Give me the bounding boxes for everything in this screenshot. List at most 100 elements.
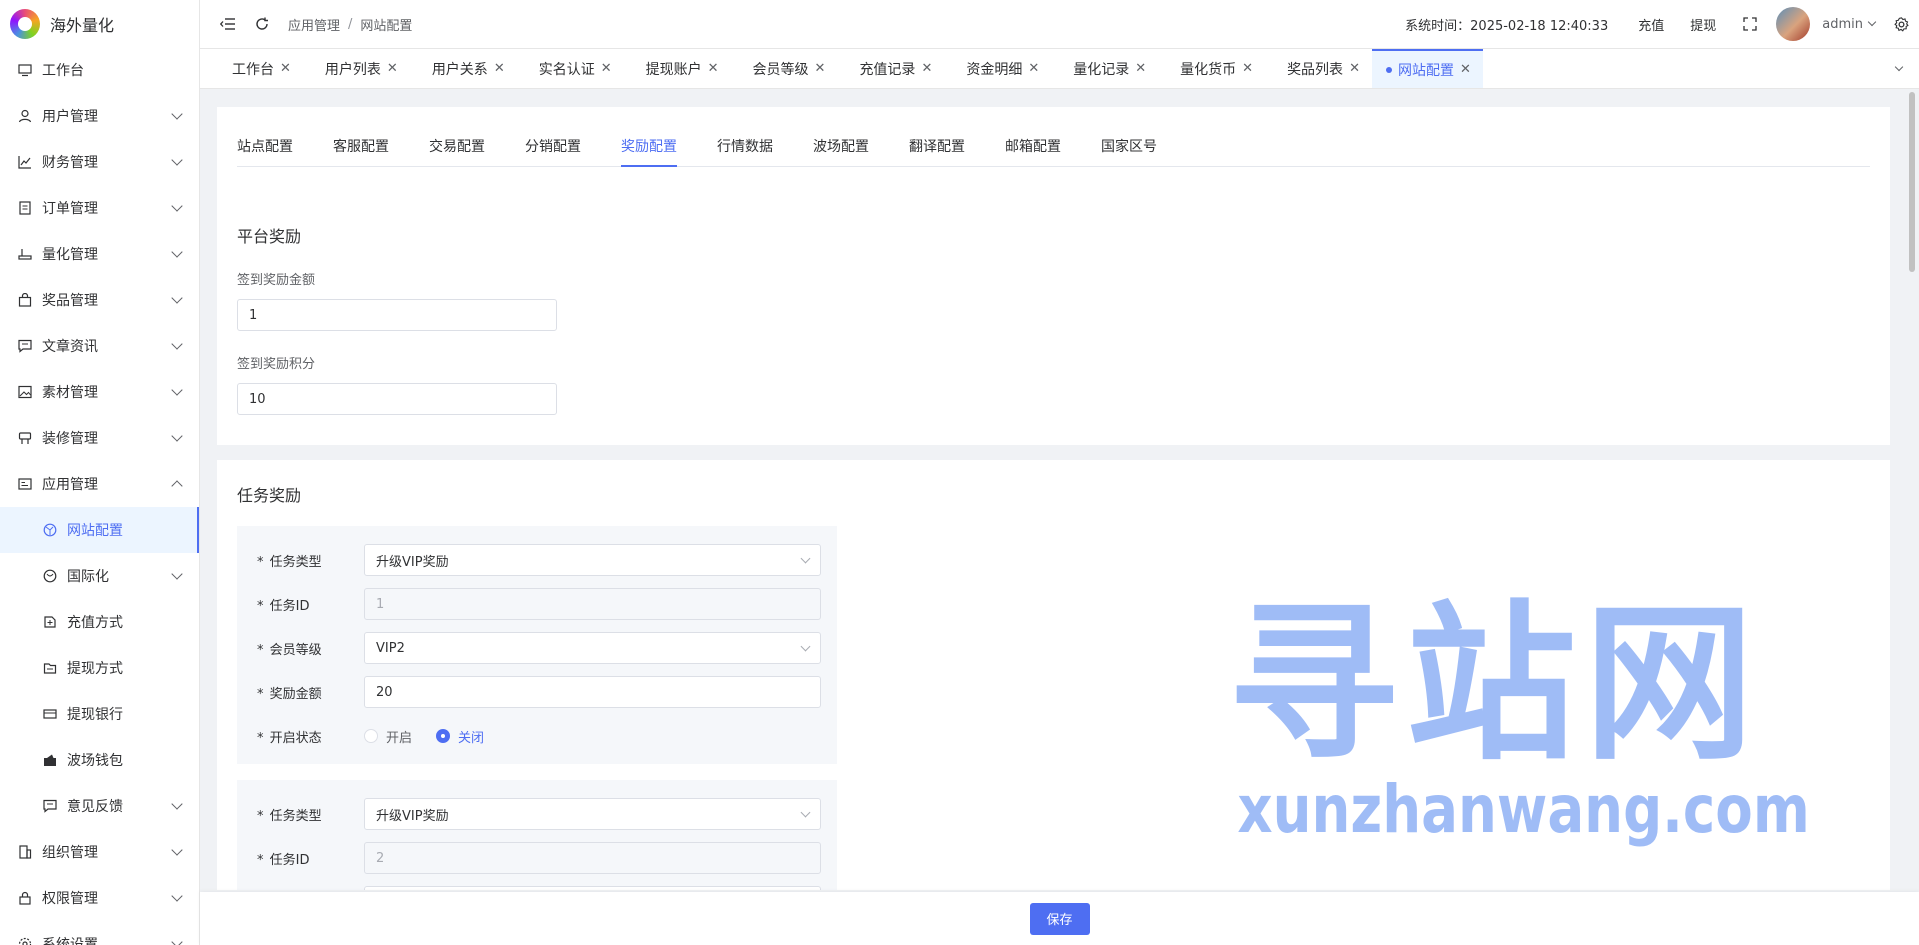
section-title: 任务奖励 [237, 486, 302, 505]
fullscreen-icon[interactable] [1742, 16, 1758, 32]
close-icon[interactable]: ✕ [1135, 61, 1146, 76]
subtab-site[interactable]: 站点配置 [237, 136, 293, 166]
subtab-translate[interactable]: 翻译配置 [909, 136, 965, 166]
sidebar-item-label: 应用管理 [42, 477, 98, 493]
withdraw-link[interactable]: 提现 [1690, 15, 1716, 34]
settings-gear-icon[interactable] [1893, 16, 1909, 32]
tab-label: 量化记录 [1073, 61, 1130, 78]
subtab-tron[interactable]: 波场配置 [813, 136, 869, 166]
subtab-market-data[interactable]: 行情数据 [717, 136, 773, 166]
sidebar-item-tron-wallet[interactable]: 波场钱包 [0, 737, 199, 783]
status-open-radio[interactable]: 开启 [364, 727, 412, 746]
logo[interactable]: 海外量化 [0, 0, 199, 47]
sidebar-item-label: 奖品管理 [42, 293, 98, 309]
sidebar-item-feedback[interactable]: 意见反馈 [0, 783, 199, 829]
chevron-down-icon [171, 338, 183, 350]
platform-reward-card: 站点配置 客服配置 交易配置 分销配置 奖励配置 行情数据 波场配置 翻译配置 … [217, 107, 1890, 445]
tab-site-config[interactable]: 网站配置 ✕ [1371, 49, 1483, 88]
sidebar-item-label: 装修管理 [42, 431, 98, 447]
scrollbar[interactable] [1909, 92, 1915, 272]
member-level-select[interactable] [364, 886, 821, 890]
chart-icon [18, 155, 32, 169]
sidebar-item-articles[interactable]: 文章资讯 [0, 323, 199, 369]
feedback-icon [43, 799, 57, 813]
sidebar-item-quant[interactable]: 量化管理 [0, 231, 199, 277]
sidebar-item-label: 用户管理 [42, 109, 98, 125]
breadcrumb-item[interactable]: 应用管理 [288, 15, 340, 34]
close-icon[interactable]: ✕ [815, 61, 826, 76]
tab-recharge-records[interactable]: 充值记录 ✕ [837, 49, 944, 88]
sidebar-item-materials[interactable]: 素材管理 [0, 369, 199, 415]
sidebar-item-user-management[interactable]: 用户管理 [0, 93, 199, 139]
sidebar-item-withdraw-methods[interactable]: 提现方式 [0, 645, 199, 691]
subtab-email[interactable]: 邮箱配置 [1005, 136, 1061, 166]
sidebar-item-i18n[interactable]: 国际化 [0, 553, 199, 599]
username[interactable]: admin [1822, 17, 1863, 32]
close-icon[interactable]: ✕ [601, 61, 612, 76]
save-button[interactable]: 保存 [1029, 902, 1090, 935]
tab-withdraw-accounts[interactable]: 提现账户 ✕ [624, 49, 731, 88]
header-right: 系统时间：2025-02-18 12:40:33 充值 提现 admin [1405, 7, 1919, 41]
sidebar-item-recharge-methods[interactable]: 充值方式 [0, 599, 199, 645]
tab-fund-details[interactable]: 资金明细 ✕ [944, 49, 1051, 88]
sidebar-item-workbench[interactable]: 工作台 [0, 47, 199, 93]
tab-real-name-auth[interactable]: 实名认证 ✕ [517, 49, 624, 88]
field-label: * 任务类型 [257, 808, 322, 824]
reward-amount-input[interactable]: 20 [364, 676, 821, 708]
subtab-country-code[interactable]: 国家区号 [1101, 136, 1157, 166]
member-level-select[interactable]: VIP2 [364, 632, 821, 664]
close-icon[interactable]: ✕ [1349, 61, 1360, 76]
recharge-link[interactable]: 充值 [1638, 15, 1664, 34]
close-icon[interactable]: ✕ [280, 61, 291, 76]
task-type-select[interactable]: 升级VIP奖励 [364, 544, 821, 576]
sidebar-item-organization[interactable]: 组织管理 [0, 829, 199, 875]
avatar[interactable] [1776, 7, 1811, 41]
tab-prize-list[interactable]: 奖品列表 ✕ [1265, 49, 1372, 88]
sidebar-item-site-config[interactable]: 网站配置 [0, 507, 199, 553]
breadcrumb: 应用管理 / 网站配置 [288, 15, 412, 34]
sidebar-item-label: 财务管理 [42, 155, 98, 171]
refresh-icon[interactable] [254, 16, 270, 32]
sidebar-item-apps[interactable]: 应用管理 [0, 461, 199, 507]
tab-user-list[interactable]: 用户列表 ✕ [303, 49, 410, 88]
close-icon[interactable]: ✕ [387, 61, 398, 76]
signin-amount-input[interactable]: 1 [237, 299, 557, 331]
close-icon[interactable]: ✕ [1460, 62, 1471, 77]
form-row: * 任务ID 1 [257, 582, 821, 626]
sidebar-item-finance[interactable]: 财务管理 [0, 139, 199, 185]
sidebar-item-decoration[interactable]: 装修管理 [0, 415, 199, 461]
subtab-reward[interactable]: 奖励配置 [621, 136, 677, 167]
top-header: 应用管理 / 网站配置 系统时间：2025-02-18 12:40:33 充值 … [200, 0, 1919, 49]
close-icon[interactable]: ✕ [1028, 61, 1039, 76]
sidebar-item-label: 充值方式 [67, 615, 123, 631]
chevron-down-icon[interactable] [1867, 17, 1877, 27]
tab-label: 奖品列表 [1287, 61, 1344, 78]
sidebar-item-withdraw-banks[interactable]: 提现银行 [0, 691, 199, 737]
subtab-distribution[interactable]: 分销配置 [525, 136, 581, 166]
status-close-radio[interactable]: 关闭 [436, 727, 484, 746]
sidebar-item-orders[interactable]: 订单管理 [0, 185, 199, 231]
subtab-trade[interactable]: 交易配置 [429, 136, 485, 166]
sidebar-item-system-settings[interactable]: 系统设置 [0, 921, 199, 945]
chevron-down-icon [171, 246, 183, 258]
sidebar-item-permissions[interactable]: 权限管理 [0, 875, 199, 921]
signin-points-input[interactable]: 10 [237, 383, 557, 415]
subtab-customer-service[interactable]: 客服配置 [333, 136, 389, 166]
sidebar-item-label: 意见反馈 [67, 799, 123, 815]
collapse-menu-icon[interactable] [220, 16, 236, 32]
close-icon[interactable]: ✕ [921, 61, 932, 76]
tabs-dropdown[interactable] [1879, 49, 1919, 88]
logo-icon [10, 8, 40, 39]
sidebar-item-prizes[interactable]: 奖品管理 [0, 277, 199, 323]
monitor-icon [18, 63, 32, 77]
breadcrumb-separator: / [348, 16, 353, 32]
tab-user-relations[interactable]: 用户关系 ✕ [410, 49, 517, 88]
tab-workbench[interactable]: 工作台 ✕ [210, 49, 303, 88]
tab-quant-records[interactable]: 量化记录 ✕ [1051, 49, 1158, 88]
tab-quant-currency[interactable]: 量化货币 ✕ [1158, 49, 1265, 88]
close-icon[interactable]: ✕ [708, 61, 719, 76]
tab-member-levels[interactable]: 会员等级 ✕ [731, 49, 838, 88]
close-icon[interactable]: ✕ [494, 61, 505, 76]
close-icon[interactable]: ✕ [1242, 61, 1253, 76]
task-type-select[interactable]: 升级VIP奖励 [364, 798, 821, 830]
